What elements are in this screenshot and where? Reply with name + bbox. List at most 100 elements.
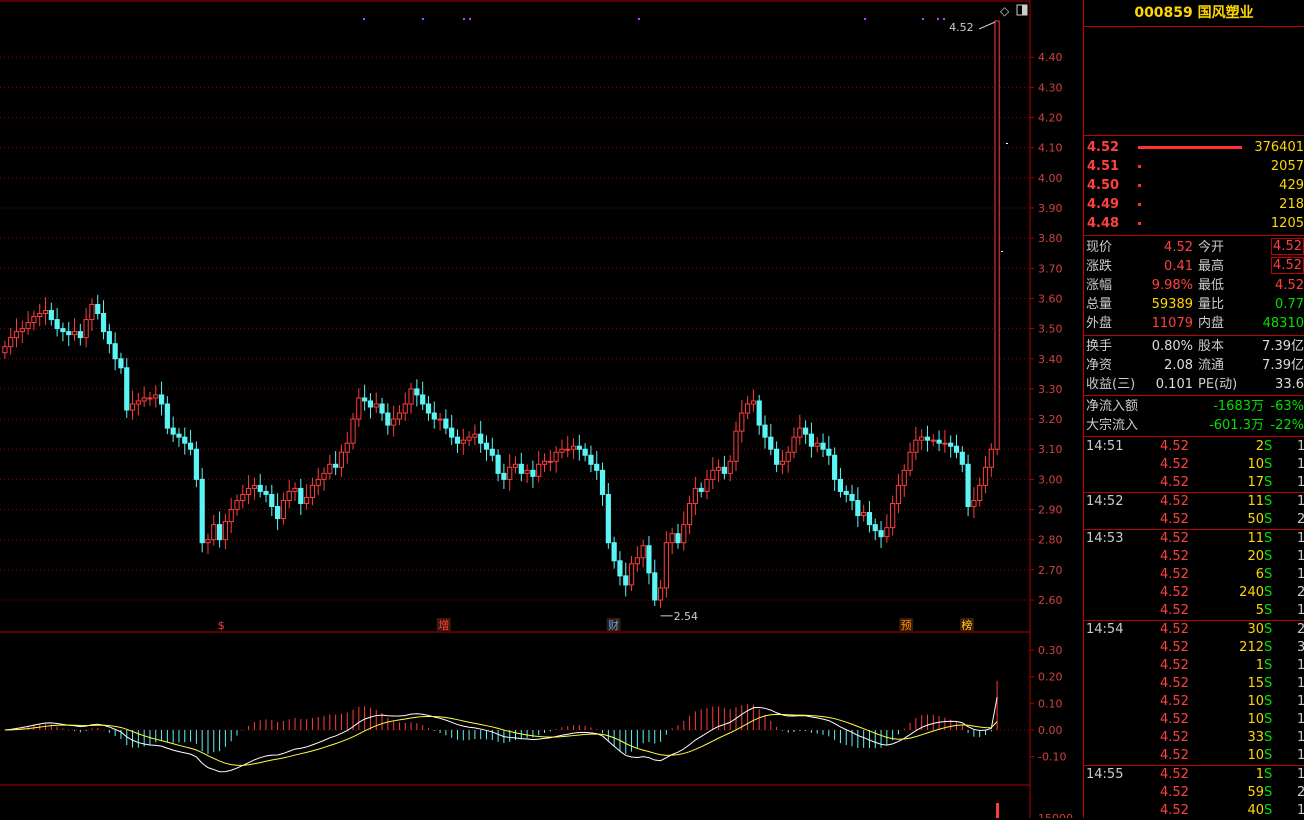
candle-body bbox=[483, 442, 490, 450]
diamond-icon[interactable]: ◇ bbox=[1000, 4, 1010, 18]
candle-body bbox=[344, 442, 350, 453]
candle-body bbox=[19, 328, 25, 333]
tick-row[interactable]: 4.52 20 S 1 bbox=[1084, 548, 1304, 566]
tick-row[interactable]: 4.52 10 S 1 bbox=[1084, 711, 1304, 729]
tick-row[interactable]: 4.52 6 S 1 bbox=[1084, 566, 1304, 584]
quote-label: 现价 bbox=[1086, 240, 1113, 255]
tick-side: S bbox=[1264, 475, 1273, 490]
volume-panel: 15000 bbox=[996, 803, 1073, 818]
tick-list[interactable]: 14:51 4.52 2 S 1 4.52 10 S 1 4.52 17 S 1 14:52 4.52 11 S… bbox=[1084, 437, 1304, 820]
candle-body bbox=[710, 469, 716, 480]
quote-value: 9.98% bbox=[1151, 278, 1193, 293]
tick-count: 1 bbox=[1297, 457, 1304, 472]
fundamental-value: 0.80% bbox=[1151, 339, 1193, 354]
candle-body bbox=[292, 487, 298, 492]
tick-row[interactable]: 14:52 4.52 11 S 1 bbox=[1084, 492, 1304, 511]
candle-body bbox=[13, 331, 20, 339]
tick-volume: 17 bbox=[1247, 475, 1264, 490]
tick-row[interactable]: 14:54 4.52 30 S 2 bbox=[1084, 620, 1304, 639]
tick-row[interactable]: 4.52 240 S 2 bbox=[1084, 584, 1304, 602]
order-book-row[interactable]: 4.48 1205 bbox=[1084, 214, 1304, 233]
order-book-row[interactable]: 4.50 429 bbox=[1084, 176, 1304, 195]
flow-value: -601.3万 bbox=[1209, 418, 1264, 433]
tick-row[interactable]: 4.52 50 S 2 bbox=[1084, 511, 1304, 529]
candle-body bbox=[327, 463, 333, 474]
candle-body bbox=[866, 512, 873, 526]
price-tick-label: 3.60 bbox=[1038, 292, 1063, 305]
tick-volume: 10 bbox=[1247, 712, 1264, 727]
tick-price: 4.52 bbox=[1160, 603, 1189, 618]
candle-body bbox=[774, 448, 780, 465]
event-marker: 榜 bbox=[961, 618, 972, 632]
price-tick-label: 4.20 bbox=[1038, 112, 1063, 125]
candle-body bbox=[861, 512, 867, 517]
volume-bar bbox=[1138, 184, 1141, 187]
bid-volume: 1205 bbox=[1270, 216, 1304, 231]
tick-row[interactable]: 4.52 15 S 1 bbox=[1084, 675, 1304, 693]
quote-label: 涨跌 bbox=[1086, 259, 1113, 274]
candle-body bbox=[275, 506, 281, 520]
price-tick-label: 3.10 bbox=[1038, 443, 1063, 456]
volume-bar bbox=[1138, 146, 1242, 149]
candle-body bbox=[228, 509, 234, 523]
candle-body bbox=[785, 451, 791, 462]
candle-body bbox=[466, 436, 472, 441]
candle-body bbox=[646, 545, 652, 574]
flow-percent: -22% bbox=[1270, 418, 1304, 433]
order-book-row[interactable]: 4.52 376401 bbox=[1084, 138, 1304, 157]
candle-body bbox=[832, 454, 838, 480]
tick-row[interactable]: 14:51 4.52 2 S 1 bbox=[1084, 438, 1304, 456]
candle-body bbox=[362, 397, 368, 402]
kline-chart[interactable]: 4.40 4.30 4.20 4.10 4.00 3.90 3.80 3.70 3.60 3.50… bbox=[0, 0, 1083, 818]
order-book-row[interactable]: 4.49 218 bbox=[1084, 195, 1304, 214]
fundamental-label: 净资 bbox=[1086, 358, 1113, 373]
candle-body bbox=[733, 430, 739, 462]
candle-body bbox=[489, 448, 495, 456]
tick-side: S bbox=[1264, 494, 1273, 509]
fundamental-label: PE(动) bbox=[1198, 377, 1238, 392]
tick-row[interactable]: 4.52 10 S 1 bbox=[1084, 456, 1304, 474]
tick-row[interactable]: 14:55 4.52 1 S 1 bbox=[1084, 765, 1304, 784]
quote-label: 内盘 bbox=[1198, 316, 1225, 331]
tick-row[interactable]: 14:53 4.52 11 S 1 bbox=[1084, 529, 1304, 548]
tick-count: 1 bbox=[1297, 767, 1304, 782]
candle-body bbox=[176, 433, 182, 438]
chart-controls[interactable]: ◇ bbox=[1000, 4, 1028, 18]
order-book-row[interactable]: 4.51 2057 bbox=[1084, 157, 1304, 176]
tick-volume: 2 bbox=[1255, 439, 1264, 454]
candle-body bbox=[553, 451, 559, 462]
tick-row[interactable]: 4.52 10 S 1 bbox=[1084, 693, 1304, 711]
candle-body bbox=[855, 499, 861, 517]
candle-body bbox=[779, 460, 786, 465]
macd-tick-label: -0.10 bbox=[1038, 751, 1066, 764]
tick-row[interactable]: 4.52 17 S 1 bbox=[1084, 474, 1304, 492]
tick-row[interactable]: 4.52 40 S 1 bbox=[1084, 802, 1304, 820]
candle-body bbox=[251, 484, 258, 489]
tick-row[interactable]: 4.52 5 S 1 bbox=[1084, 602, 1304, 620]
candle-body bbox=[77, 331, 83, 339]
candle-body bbox=[826, 448, 832, 456]
tick-price: 4.52 bbox=[1160, 712, 1189, 727]
tick-row[interactable]: 4.52 212 S 3 bbox=[1084, 639, 1304, 657]
flow-row: 净流入额 -1683万 -63% bbox=[1084, 397, 1304, 416]
tick-row[interactable]: 4.52 33 S 1 bbox=[1084, 729, 1304, 747]
candle-body bbox=[141, 397, 147, 402]
tick-volume: 10 bbox=[1247, 457, 1264, 472]
candle-body bbox=[89, 303, 95, 321]
candle-body bbox=[576, 445, 582, 450]
price-tick-label: 3.00 bbox=[1038, 473, 1063, 486]
tick-volume: 6 bbox=[1255, 567, 1264, 582]
quote-row: 现价 4.52 今开 4.52 bbox=[1084, 238, 1304, 257]
tick-count: 1 bbox=[1297, 475, 1304, 490]
candle-body bbox=[478, 433, 484, 444]
tick-row[interactable]: 4.52 59 S 2 bbox=[1084, 784, 1304, 802]
tick-price: 4.52 bbox=[1160, 803, 1189, 818]
tick-row[interactable]: 4.52 10 S 1 bbox=[1084, 747, 1304, 765]
tick-price: 4.52 bbox=[1160, 658, 1189, 673]
candle-body bbox=[298, 487, 304, 504]
price-tick-label: 2.70 bbox=[1038, 564, 1063, 577]
event-marker: 增 bbox=[438, 618, 449, 632]
fundamentals-table: 换手 0.80% 股本 7.39亿 净资 2.08 流通 7.39亿 收益(三) 0.101 PE(… bbox=[1084, 336, 1304, 396]
tick-row[interactable]: 4.52 1 S 1 bbox=[1084, 657, 1304, 675]
candle-body bbox=[739, 412, 745, 432]
